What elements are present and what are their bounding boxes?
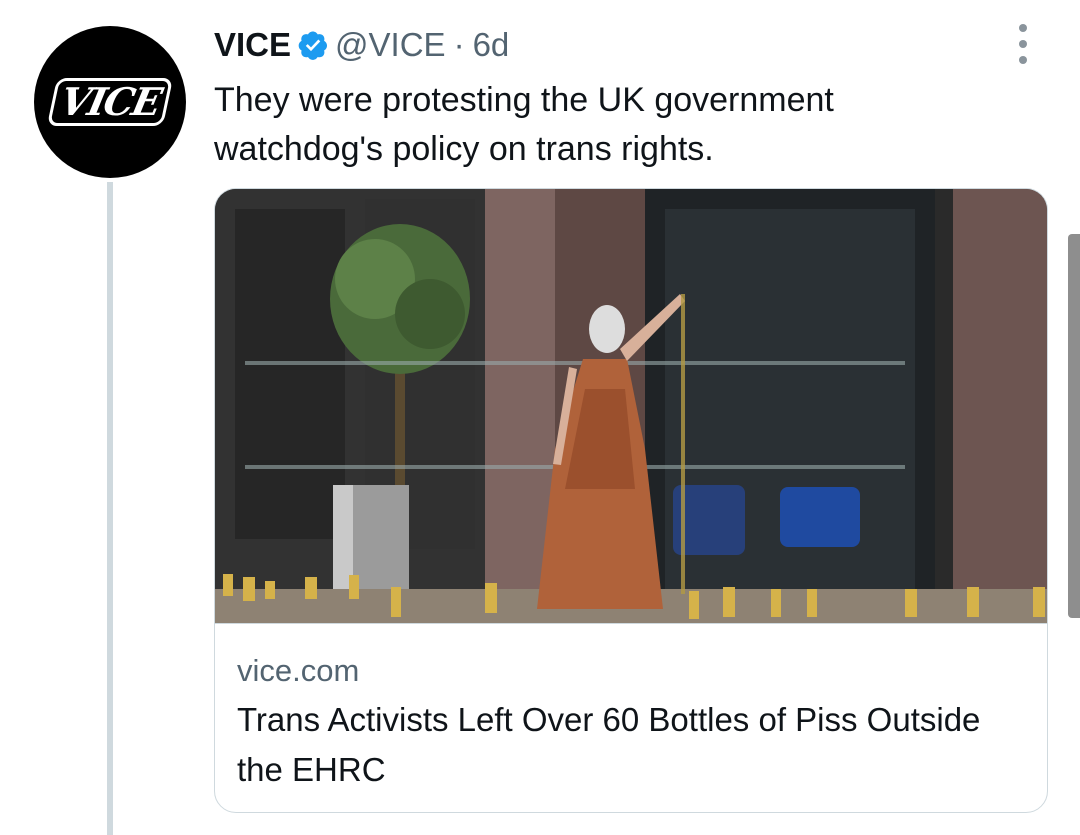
thread-line bbox=[107, 182, 113, 835]
scrollbar[interactable] bbox=[1068, 234, 1080, 618]
card-image[interactable] bbox=[215, 189, 1047, 623]
tweet[interactable]: VICE VICE @VICE · 6d They were protestin… bbox=[0, 0, 1080, 835]
more-options-icon[interactable] bbox=[1008, 22, 1038, 66]
card-divider bbox=[215, 623, 1047, 624]
link-card[interactable]: vice.com Trans Activists Left Over 60 Bo… bbox=[214, 188, 1048, 813]
author-display-name[interactable]: VICE bbox=[214, 26, 291, 64]
tweet-header: VICE @VICE · 6d bbox=[214, 22, 509, 68]
tweet-timestamp[interactable]: 6d bbox=[473, 26, 510, 64]
header-separator: · bbox=[453, 26, 465, 63]
protest-photo-icon bbox=[215, 189, 1047, 623]
verified-badge-icon bbox=[298, 31, 328, 60]
card-title: Trans Activists Left Over 60 Bottles of … bbox=[237, 701, 981, 788]
card-domain: vice.com bbox=[237, 653, 360, 688]
author-avatar[interactable]: VICE bbox=[34, 26, 186, 178]
tweet-text: They were protesting the UK government w… bbox=[214, 81, 834, 168]
vice-logo: VICE bbox=[46, 78, 174, 126]
author-handle[interactable]: @VICE bbox=[335, 26, 446, 64]
